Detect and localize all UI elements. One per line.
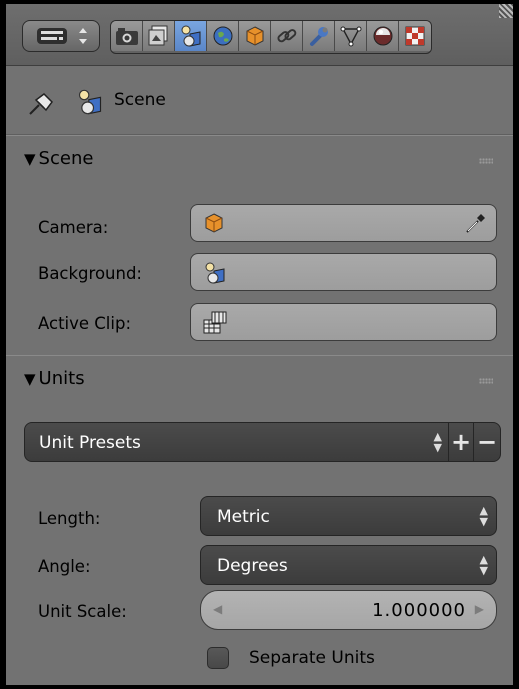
- object-cube-icon: [246, 26, 263, 46]
- updown-arrows-icon: ▲ ▼: [479, 504, 488, 528]
- context-path: Scene: [6, 66, 513, 135]
- unit-scale-field[interactable]: ◀ 1.000000 ▶: [200, 590, 497, 630]
- camera-field[interactable]: [190, 204, 497, 242]
- world-tab[interactable]: [207, 21, 239, 51]
- world-icon: [213, 26, 232, 46]
- add-preset-button[interactable]: +: [448, 422, 474, 462]
- properties-editor: Scene ▼ Scene Camera: Background: Active…: [6, 4, 513, 685]
- render-tab[interactable]: [111, 21, 143, 51]
- drag-handle-icon[interactable]: [479, 158, 493, 164]
- length-value: Metric: [217, 507, 270, 527]
- remove-preset-button[interactable]: −: [473, 422, 501, 462]
- camera-render-icon: [115, 28, 138, 45]
- active-clip-field[interactable]: [190, 303, 497, 341]
- plus-icon: +: [450, 428, 472, 456]
- object-tab[interactable]: [239, 21, 271, 51]
- material-sphere-icon: [373, 26, 392, 46]
- panel-title: ▼ Units: [24, 368, 85, 389]
- active-clip-label: Active Clip:: [38, 314, 132, 333]
- pin-icon[interactable]: [26, 90, 56, 120]
- unit-presets-label: Unit Presets: [39, 433, 141, 453]
- scene-icon: [181, 25, 200, 47]
- eyedropper-icon[interactable]: [464, 211, 488, 239]
- texture-checker-icon: [405, 26, 425, 46]
- unit-scale-value: 1.000000: [372, 600, 466, 621]
- constraints-tab[interactable]: [271, 21, 303, 51]
- minus-icon: −: [476, 428, 498, 456]
- angle-value: Degrees: [217, 556, 288, 576]
- drag-handle-icon[interactable]: [479, 378, 493, 384]
- increment-arrow-icon[interactable]: ▶: [475, 602, 484, 616]
- length-dropdown[interactable]: Metric ▲ ▼: [200, 496, 497, 536]
- context-scene-label: Scene: [114, 90, 166, 110]
- background-field[interactable]: [190, 253, 497, 291]
- texture-tab[interactable]: [399, 21, 431, 51]
- panel-title: ▼ Scene: [24, 148, 94, 169]
- object-cube-icon: [203, 212, 225, 238]
- render-layers-tab[interactable]: [143, 21, 175, 51]
- movie-clip-icon: [203, 311, 229, 339]
- updown-arrows-icon: ▲ ▼: [479, 553, 488, 577]
- data-tab[interactable]: [335, 21, 367, 51]
- mesh-data-icon: [340, 26, 361, 47]
- scene-panel-header[interactable]: ▼ Scene: [6, 135, 513, 186]
- angle-label: Angle:: [38, 557, 91, 576]
- material-tab[interactable]: [367, 21, 399, 51]
- collapse-triangle-icon: ▼: [24, 370, 36, 388]
- modifiers-tab[interactable]: [303, 21, 335, 51]
- scene-tab[interactable]: [175, 21, 207, 51]
- camera-label: Camera:: [38, 218, 109, 237]
- unit-scale-label: Unit Scale:: [38, 602, 127, 621]
- area-split-handle[interactable]: [499, 4, 513, 18]
- wrench-icon: [309, 27, 328, 46]
- separate-units-label[interactable]: Separate Units: [249, 648, 375, 668]
- units-panel-header[interactable]: ▼ Units: [6, 355, 513, 406]
- scene-icon: [203, 261, 227, 289]
- decrement-arrow-icon[interactable]: ◀: [213, 602, 222, 616]
- updown-arrows-icon: ▲ ▼: [433, 430, 442, 454]
- properties-editor-icon: [37, 28, 87, 44]
- render-layers-icon: [148, 25, 167, 46]
- length-label: Length:: [38, 509, 101, 528]
- collapse-triangle-icon: ▼: [24, 150, 36, 168]
- editor-type-button[interactable]: [22, 20, 100, 52]
- unit-presets-menu[interactable]: Unit Presets ▲ ▼: [24, 422, 449, 462]
- constraint-link-icon: [276, 29, 296, 43]
- background-label: Background:: [38, 264, 142, 283]
- unit-presets-row: Unit Presets ▲ ▼ + −: [24, 422, 501, 462]
- separate-units-checkbox[interactable]: [207, 647, 229, 669]
- scene-icon: [76, 88, 104, 120]
- properties-header: [6, 4, 513, 66]
- angle-dropdown[interactable]: Degrees ▲ ▼: [200, 545, 497, 585]
- context-tabs: [110, 20, 432, 54]
